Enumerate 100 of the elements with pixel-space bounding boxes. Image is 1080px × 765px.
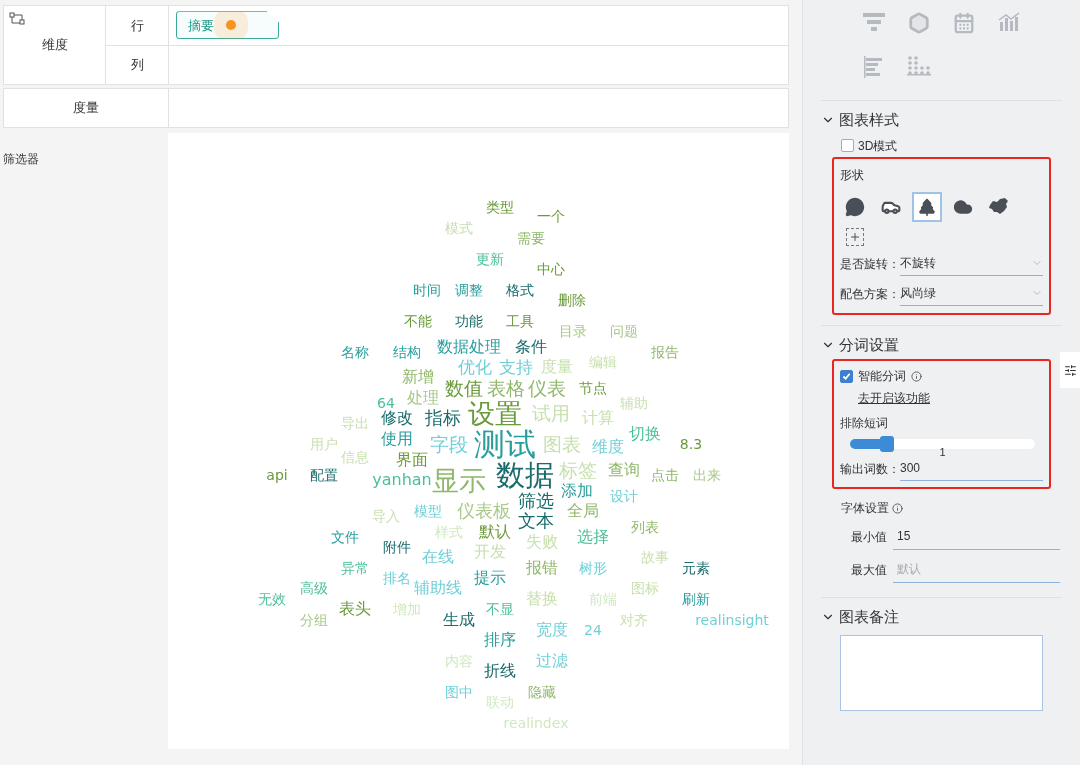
cloud-word: 需要 <box>517 231 545 245</box>
cloud-word: 选择 <box>577 529 609 545</box>
cloud-word: 导入 <box>372 509 400 523</box>
cloud-word: 数据处理 <box>437 339 501 355</box>
field-label: 输出词数： <box>840 461 900 478</box>
cloud-word: 替换 <box>526 591 558 607</box>
select-field[interactable]: 不旋转 <box>900 253 1043 276</box>
cloud-word: 设计 <box>610 489 638 503</box>
cloud-word: 模式 <box>445 221 473 235</box>
input-field[interactable]: 默认 <box>893 560 1060 583</box>
cloud-word: yanhan <box>372 472 432 488</box>
cloud-word: 辅助线 <box>414 580 462 596</box>
slider-thumb[interactable] <box>880 436 894 452</box>
cloud-word: 仪表 <box>528 378 566 398</box>
cloud-word: 排名 <box>383 571 411 585</box>
cloud-word: 文本 <box>518 512 554 530</box>
cloud-word: 联动 <box>486 695 514 709</box>
cloud-word: 64 <box>377 396 395 410</box>
checkbox[interactable] <box>841 139 854 152</box>
cloud-word: 调整 <box>455 283 483 297</box>
cloud-word: 过滤 <box>536 653 568 669</box>
cloud-word: 计算 <box>582 410 614 426</box>
cloud-word: 不能 <box>404 314 432 328</box>
cloud-word: 使用 <box>381 431 413 447</box>
cloud-word: 故事 <box>641 550 669 564</box>
shape-label: 形状 <box>840 166 865 184</box>
cloud-word: 切换 <box>629 426 661 442</box>
cloud-word: 修改 <box>381 410 413 426</box>
cloud-word: 中心 <box>537 262 565 276</box>
enable-link[interactable]: 去开启该功能 <box>840 389 1043 407</box>
cloud-word: 导出 <box>341 416 369 430</box>
cloud-word: 优化 <box>458 358 492 376</box>
notes-field[interactable] <box>840 634 1043 711</box>
cloud-word: realinsight <box>695 613 769 627</box>
cloud-word: 24 <box>584 623 602 637</box>
cloud-word: 分组 <box>300 613 328 627</box>
cloud-word: 宽度 <box>536 622 568 638</box>
cloud-word: 排序 <box>484 632 516 648</box>
cloud-word: 问题 <box>610 324 638 338</box>
cloud-word: 数据 <box>496 460 554 490</box>
cloud-word: 指标 <box>425 409 461 427</box>
cloud-word: 编辑 <box>589 355 617 369</box>
field-label: 最小值 <box>851 529 887 546</box>
cloud-word: 图中 <box>445 685 473 699</box>
cloud-word: 用户 <box>310 437 338 451</box>
cloud-word: 新增 <box>402 369 434 385</box>
cloud-word: 删除 <box>558 293 586 307</box>
cloud-word: 刷新 <box>682 592 710 606</box>
field-label: 最大值 <box>851 562 887 579</box>
cloud-word: 处理 <box>407 390 439 406</box>
section-title: 分词设置 <box>839 334 899 355</box>
font-settings-label: 字体设置 <box>841 500 889 517</box>
cloud-word: 提示 <box>474 570 506 586</box>
field-tag[interactable]: 摘要 <box>176 11 279 40</box>
cloud-word: 添加 <box>561 483 593 499</box>
section-title: 图表样式 <box>839 110 899 130</box>
shape-option[interactable] <box>912 191 942 222</box>
cloud-word: 目录 <box>559 324 587 338</box>
cloud-word: 对齐 <box>620 613 648 627</box>
field-label: 配色方案： <box>840 285 900 303</box>
cloud-word: 默认 <box>479 524 511 540</box>
cloud-word: 模型 <box>414 504 442 518</box>
cloud-word: 失败 <box>526 534 558 550</box>
pine-tree-icon <box>917 196 937 217</box>
section-title: 图表备注 <box>839 607 899 627</box>
cloud-word: 不显 <box>486 602 514 616</box>
cloud-word: 全局 <box>567 503 599 519</box>
cloud-word: 树形 <box>579 561 607 575</box>
cloud-word: 高级 <box>300 581 328 595</box>
cloud-word: 无效 <box>258 592 286 606</box>
cloud-word: 支持 <box>499 358 533 376</box>
side-tab[interactable] <box>1060 352 1080 388</box>
cloud-word: 更新 <box>476 252 504 266</box>
cloud-word: 测试 <box>474 428 536 460</box>
cloud-word: 在线 <box>422 549 454 565</box>
cloud-word: 图标 <box>631 581 659 595</box>
row-label: 行 <box>130 16 144 35</box>
info-icon <box>892 502 903 514</box>
cloud-word: 界面 <box>396 452 428 468</box>
cloud-word: 元素 <box>682 561 710 575</box>
cloud-word: 显示 <box>432 466 486 494</box>
cloud-word: 前端 <box>589 592 617 606</box>
cloud-word: 度量 <box>541 359 573 375</box>
filter-label: 筛选器 <box>3 152 39 166</box>
field-label: 是否旋转： <box>840 255 900 273</box>
cloud-word: 文件 <box>331 530 359 544</box>
add-shape-button[interactable] <box>846 227 864 246</box>
checkbox-label: 智能分词 <box>858 368 906 385</box>
cloud-word: 表格 <box>487 378 525 398</box>
checkbox[interactable] <box>840 369 853 383</box>
cloud-word: 附件 <box>383 540 411 554</box>
cloud-word: 异常 <box>341 561 369 575</box>
cloud-word: 时间 <box>413 283 441 297</box>
select-field[interactable]: 风尚绿 <box>900 283 1043 306</box>
speech-bubble-icon <box>845 196 865 217</box>
cloud-word: 8.3 <box>679 437 703 451</box>
cloud-word: 结构 <box>393 345 421 359</box>
input-field[interactable]: 15 <box>893 527 1060 550</box>
cloud-word: 试用 <box>532 403 570 423</box>
input-field[interactable]: 300 <box>900 459 1043 481</box>
